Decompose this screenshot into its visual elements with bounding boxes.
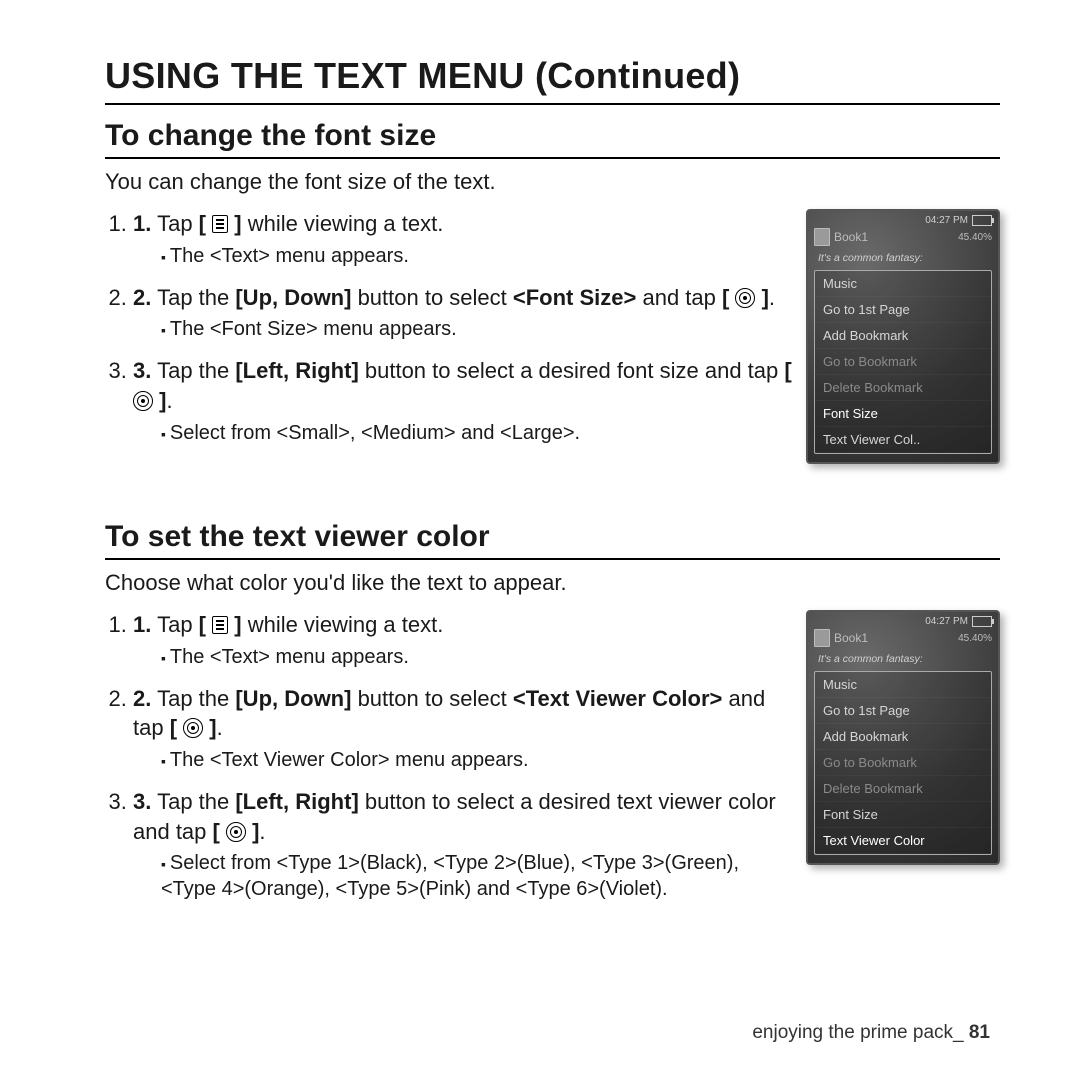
device-percent: 45.40% xyxy=(958,232,992,243)
file-icon xyxy=(814,228,830,246)
menu-item: Delete Bookmark xyxy=(815,776,991,802)
menu-item-selected: Font Size xyxy=(815,401,991,427)
menu-item: Text Viewer Col.. xyxy=(815,427,991,453)
device-screenshot-b: 04:27 PM Book1 45.40% It's a common fant… xyxy=(806,610,1000,865)
device-menu: Music Go to 1st Page Add Bookmark Go to … xyxy=(814,270,992,454)
device-preview-text: It's a common fantasy: xyxy=(808,248,998,266)
menu-item: Music xyxy=(815,271,991,297)
select-icon xyxy=(183,718,203,738)
device-screenshot-a: 04:27 PM Book1 45.40% It's a common fant… xyxy=(806,209,1000,464)
step-3: 3. Tap the [Left, Right] button to selec… xyxy=(133,787,794,902)
battery-icon xyxy=(972,616,992,627)
page-title: USING THE TEXT MENU (Continued) xyxy=(105,55,1000,105)
step-2: 2. Tap the [Up, Down] button to select <… xyxy=(133,684,794,773)
step-1: 1. Tap [ ] while viewing a text. The <Te… xyxy=(133,610,794,670)
battery-icon xyxy=(972,215,992,226)
menu-item: Delete Bookmark xyxy=(815,375,991,401)
menu-item: Go to 1st Page xyxy=(815,297,991,323)
menu-icon xyxy=(212,616,228,634)
step-1: 1. Tap [ ] while viewing a text. The <Te… xyxy=(133,209,794,269)
menu-item: Add Bookmark xyxy=(815,323,991,349)
step-3: 3. Tap the [Left, Right] button to selec… xyxy=(133,356,794,445)
menu-icon xyxy=(212,215,228,233)
menu-item: Go to Bookmark xyxy=(815,750,991,776)
device-menu: Music Go to 1st Page Add Bookmark Go to … xyxy=(814,671,992,855)
menu-item: Go to 1st Page xyxy=(815,698,991,724)
step-2-sub: The <Font Size> menu appears. xyxy=(161,316,794,342)
menu-item: Music xyxy=(815,672,991,698)
section-heading-viewer-color: To set the text viewer color xyxy=(105,520,1000,560)
menu-item-selected: Text Viewer Color xyxy=(815,828,991,854)
menu-item: Font Size xyxy=(815,802,991,828)
step-3-sub: Select from <Small>, <Medium> and <Large… xyxy=(161,420,794,446)
step-2-sub: The <Text Viewer Color> menu appears. xyxy=(161,747,794,773)
menu-item: Go to Bookmark xyxy=(815,349,991,375)
select-icon xyxy=(133,391,153,411)
device-time: 04:27 PM xyxy=(925,215,968,226)
section-intro: Choose what color you'd like the text to… xyxy=(105,570,1000,596)
device-time: 04:27 PM xyxy=(925,616,968,627)
menu-item: Add Bookmark xyxy=(815,724,991,750)
step-3-sub: Select from <Type 1>(Black), <Type 2>(Bl… xyxy=(161,850,794,902)
step-1-sub: The <Text> menu appears. xyxy=(161,644,794,670)
device-percent: 45.40% xyxy=(958,633,992,644)
select-icon xyxy=(735,288,755,308)
select-icon xyxy=(226,822,246,842)
section-heading-font-size: To change the font size xyxy=(105,119,1000,159)
file-icon xyxy=(814,629,830,647)
page-footer: enjoying the prime pack_ 81 xyxy=(752,1022,990,1044)
device-title: Book1 xyxy=(834,631,868,645)
step-1-sub: The <Text> menu appears. xyxy=(161,243,794,269)
device-title: Book1 xyxy=(834,230,868,244)
device-preview-text: It's a common fantasy: xyxy=(808,649,998,667)
section-intro: You can change the font size of the text… xyxy=(105,169,1000,195)
step-2: 2. Tap the [Up, Down] button to select <… xyxy=(133,283,794,343)
